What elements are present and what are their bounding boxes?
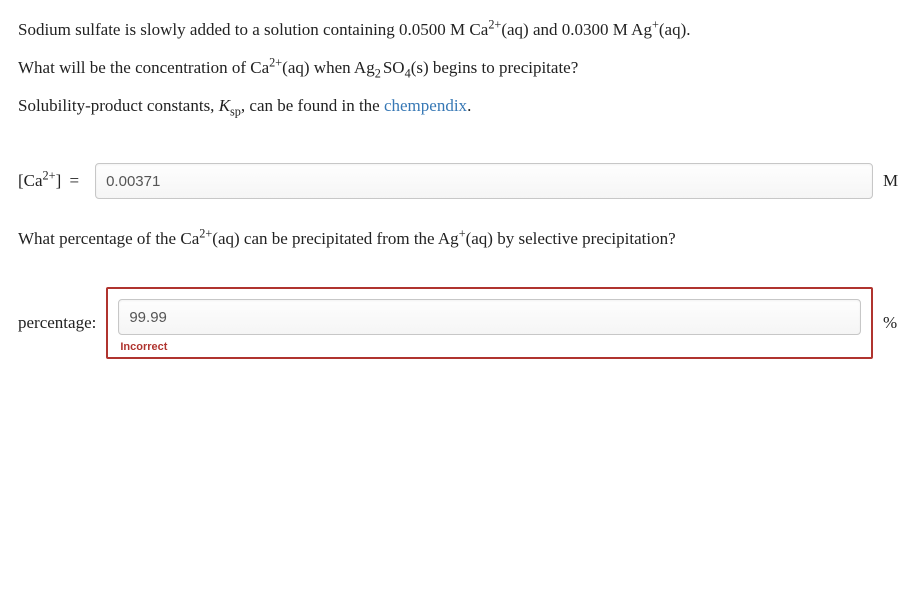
superscript: 2+ — [488, 17, 501, 31]
text: SO — [383, 58, 405, 77]
feedback-incorrect: Incorrect — [120, 341, 167, 353]
answer-row-1: [Ca2+] = 0.00371 M — [18, 163, 903, 199]
text: What will be the concentration of Ca — [18, 58, 269, 77]
text: . — [467, 96, 471, 115]
question-container: Sodium sulfate is slowly added to a solu… — [0, 0, 919, 427]
question-line-1: Sodium sulfate is slowly added to a solu… — [18, 18, 903, 42]
subscript: 2 — [375, 66, 381, 80]
superscript: 2+ — [269, 55, 282, 69]
text: (aq) can be precipitated from the Ag — [212, 229, 458, 248]
unit-percent: % — [883, 313, 903, 333]
text: , can be found in the — [241, 96, 384, 115]
question2-line: What percentage of the Ca2+(aq) can be p… — [18, 227, 903, 251]
input-value: 0.00371 — [106, 173, 160, 190]
question-line-3: Solubility-product constants, Ksp, can b… — [18, 94, 903, 118]
input-value: 99.99 — [129, 309, 167, 326]
superscript: + — [459, 227, 466, 241]
ksp-sub: sp — [230, 104, 241, 118]
answer-row-2: percentage: 99.99 Incorrect % — [18, 287, 903, 359]
text: (aq) when Ag — [282, 58, 375, 77]
chempendix-link[interactable]: chempendix — [384, 96, 467, 115]
text: (aq). — [659, 20, 691, 39]
text: (aq) by selective precipitation? — [466, 229, 676, 248]
unit-molar: M — [883, 171, 903, 191]
percentage-label: percentage: — [18, 313, 96, 333]
question-line-2: What will be the concentration of Ca2+(a… — [18, 56, 903, 80]
percentage-input[interactable]: 99.99 — [118, 299, 861, 335]
text: ] — [56, 171, 62, 190]
text: Sodium sulfate is slowly added to a solu… — [18, 20, 488, 39]
ca-concentration-input[interactable]: 0.00371 — [95, 163, 873, 199]
superscript: 2+ — [43, 169, 56, 183]
ksp-k: K — [219, 96, 230, 115]
equals-sign: = — [70, 171, 80, 190]
superscript: 2+ — [199, 227, 212, 241]
incorrect-answer-box: 99.99 Incorrect — [106, 287, 873, 359]
text: Solubility-product constants, — [18, 96, 219, 115]
text: (s) begins to precipitate? — [411, 58, 579, 77]
superscript: + — [652, 17, 659, 31]
ca-label: [Ca2+] = — [18, 171, 85, 191]
text: What percentage of the Ca — [18, 229, 199, 248]
text: [Ca — [18, 171, 43, 190]
text: (aq) and 0.0300 M Ag — [501, 20, 652, 39]
